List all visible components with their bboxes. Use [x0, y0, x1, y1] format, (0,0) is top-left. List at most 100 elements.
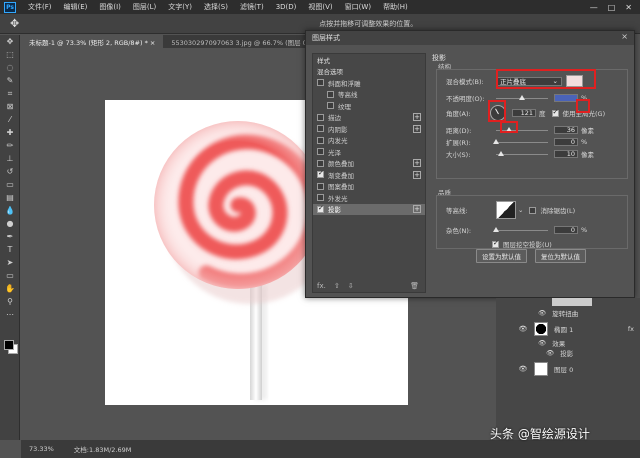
- brush-icon[interactable]: ✏: [0, 139, 20, 152]
- minimize-icon[interactable]: —: [590, 3, 598, 12]
- menu-edit[interactable]: 编辑(E): [58, 2, 94, 12]
- style-item[interactable]: 内发光: [313, 135, 425, 147]
- move-icon[interactable]: ✥: [0, 35, 20, 48]
- noise-input[interactable]: 0: [554, 226, 578, 234]
- crop-icon[interactable]: ⌗: [0, 87, 20, 100]
- style-item[interactable]: 渐变叠加 +: [313, 169, 425, 181]
- chevron-down-icon[interactable]: ⌄: [518, 206, 523, 214]
- menu-image[interactable]: 图像(I): [93, 2, 127, 12]
- close-icon[interactable]: ✕: [625, 3, 632, 12]
- reset-default-button[interactable]: 复位为默认值: [535, 249, 586, 263]
- layer-effects-row[interactable]: 👁 效果: [496, 338, 640, 348]
- style-checkbox[interactable]: [327, 90, 334, 98]
- healing-brush-icon[interactable]: ✚: [0, 126, 20, 139]
- blending-options[interactable]: 混合选项: [313, 66, 425, 78]
- menu-type[interactable]: 文字(Y): [162, 2, 198, 12]
- angle-input[interactable]: 121: [512, 109, 536, 117]
- hand-icon[interactable]: ✋: [0, 282, 20, 295]
- layer-effect-row[interactable]: 👁 旋转扭曲: [496, 308, 640, 318]
- eraser-icon[interactable]: ▭: [0, 178, 20, 191]
- blur-icon[interactable]: 💧: [0, 204, 20, 217]
- menu-help[interactable]: 帮助(H): [377, 2, 414, 12]
- contour-preview[interactable]: [496, 201, 516, 219]
- size-slider[interactable]: [496, 150, 548, 156]
- move-up-icon[interactable]: ⇧: [334, 282, 340, 290]
- lasso-icon[interactable]: ◌: [0, 61, 20, 74]
- eye-icon[interactable]: 👁: [538, 309, 546, 317]
- menu-layer[interactable]: 图层(L): [127, 2, 162, 12]
- marquee-icon[interactable]: ⬚: [0, 48, 20, 61]
- style-checkbox[interactable]: [317, 136, 324, 144]
- zoom-icon[interactable]: ⚲: [0, 295, 20, 308]
- style-checkbox[interactable]: [317, 125, 324, 133]
- tab-close-icon[interactable]: ×: [150, 39, 155, 47]
- add-effect-icon[interactable]: +: [413, 124, 421, 133]
- clone-stamp-icon[interactable]: ⊥: [0, 152, 20, 165]
- spread-input[interactable]: 0: [554, 138, 578, 146]
- trash-icon[interactable]: 🗑: [410, 282, 419, 290]
- style-checkbox[interactable]: [317, 182, 324, 190]
- opacity-input[interactable]: [554, 94, 578, 102]
- slider-handle[interactable]: [493, 138, 499, 144]
- style-item[interactable]: 外发光: [313, 192, 425, 204]
- eye-icon[interactable]: 👁: [538, 339, 546, 347]
- set-default-button[interactable]: 设置为默认值: [476, 249, 527, 263]
- style-item[interactable]: 等高线: [313, 89, 425, 101]
- fx-badge[interactable]: fx: [628, 325, 634, 333]
- quick-select-icon[interactable]: ✎: [0, 74, 20, 87]
- tab-untitled-1[interactable]: 未标题-1 @ 73.3% (矩形 2, RGB/8#) * ×: [21, 35, 164, 48]
- eyedropper-icon[interactable]: ⁄: [0, 113, 20, 126]
- close-icon[interactable]: ×: [621, 32, 628, 41]
- style-item[interactable]: 内阴影 +: [313, 123, 425, 135]
- menu-window[interactable]: 窗口(W): [339, 2, 377, 12]
- menu-filter[interactable]: 滤镜(T): [234, 2, 270, 12]
- style-item[interactable]: 光泽: [313, 146, 425, 158]
- size-input[interactable]: 10: [554, 150, 578, 158]
- style-item[interactable]: 纹理: [313, 100, 425, 112]
- eye-icon[interactable]: 👁: [518, 325, 528, 333]
- noise-slider[interactable]: [493, 226, 548, 232]
- menu-3d[interactable]: 3D(D): [270, 3, 303, 11]
- eye-icon[interactable]: 👁: [518, 365, 528, 373]
- maximize-icon[interactable]: □: [608, 3, 616, 12]
- eye-icon[interactable]: 👁: [546, 349, 554, 357]
- slider-handle[interactable]: [519, 94, 525, 100]
- zoom-level[interactable]: 73.33%: [29, 445, 54, 453]
- global-light-checkbox[interactable]: [551, 108, 559, 117]
- distance-input[interactable]: 36: [554, 126, 578, 134]
- knockout-checkbox[interactable]: [492, 239, 499, 248]
- type-icon[interactable]: T: [0, 243, 20, 256]
- history-brush-icon[interactable]: ↺: [0, 165, 20, 178]
- pen-icon[interactable]: ✒: [0, 230, 20, 243]
- add-effect-icon[interactable]: +: [413, 113, 421, 122]
- menu-view[interactable]: 视图(V): [302, 2, 338, 12]
- style-checkbox[interactable]: [317, 169, 324, 179]
- style-checkbox[interactable]: [317, 194, 324, 202]
- style-checkbox[interactable]: [327, 102, 334, 110]
- styles-header[interactable]: 样式: [313, 54, 425, 66]
- antialias-checkbox[interactable]: [529, 206, 537, 214]
- style-checkbox[interactable]: [317, 79, 324, 87]
- menu-select[interactable]: 选择(S): [198, 2, 234, 12]
- style-item[interactable]: 斜面和浮雕: [313, 77, 425, 89]
- gradient-icon[interactable]: ▤: [0, 191, 20, 204]
- add-effect-icon[interactable]: +: [413, 159, 421, 168]
- rectangle-icon[interactable]: ▭: [0, 269, 20, 282]
- style-checkbox[interactable]: [317, 113, 324, 121]
- move-tool-icon[interactable]: ✥: [10, 17, 19, 30]
- style-item[interactable]: 图案叠加: [313, 181, 425, 193]
- opacity-slider[interactable]: [496, 94, 548, 100]
- foreground-color-swatch[interactable]: [4, 340, 14, 350]
- add-effect-icon[interactable]: +: [413, 205, 421, 214]
- slider-handle[interactable]: [493, 226, 499, 232]
- add-effect-icon[interactable]: +: [413, 170, 421, 179]
- style-checkbox[interactable]: [317, 204, 324, 213]
- style-item[interactable]: 颜色叠加 +: [313, 158, 425, 170]
- fx-icon[interactable]: fx.: [317, 282, 326, 290]
- move-down-icon[interactable]: ⇩: [348, 282, 354, 290]
- style-item[interactable]: 描边 +: [313, 112, 425, 124]
- more-tools-icon[interactable]: ⋯: [0, 308, 20, 321]
- spread-slider[interactable]: [493, 138, 548, 144]
- style-checkbox[interactable]: [317, 148, 324, 156]
- layer-effect-row[interactable]: 👁 投影: [496, 348, 640, 358]
